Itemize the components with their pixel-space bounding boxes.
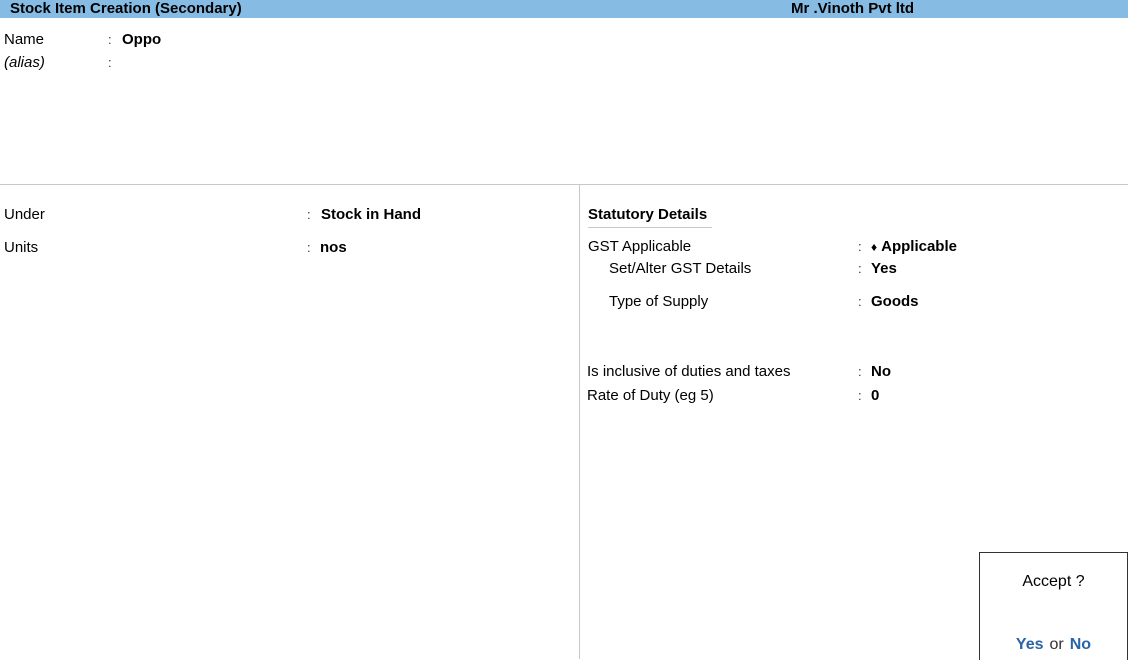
company-name: Mr .Vinoth Pvt ltd xyxy=(791,0,915,17)
column-divider xyxy=(579,185,580,659)
gst-applicable-label: GST Applicable xyxy=(588,238,692,255)
type-of-supply-label: Type of Supply xyxy=(609,293,709,310)
set-alter-gst-field[interactable]: Yes xyxy=(871,260,897,278)
accept-dialog: Accept ? Yes or No xyxy=(979,552,1128,660)
yes-button[interactable]: Yes xyxy=(1016,636,1044,653)
statutory-details-heading: Statutory Details xyxy=(588,206,712,228)
name-label: Name xyxy=(4,31,45,48)
or-text: or xyxy=(1049,636,1064,653)
name-field[interactable]: Oppo xyxy=(122,31,161,49)
gst-applicable-field[interactable]: ♦ Applicable xyxy=(871,238,957,256)
units-colon: : xyxy=(307,240,311,255)
alias-field[interactable] xyxy=(122,54,322,72)
gst-applicable-colon: : xyxy=(858,239,862,254)
set-alter-gst-label: Set/Alter GST Details xyxy=(609,260,752,277)
alias-label: (alias) xyxy=(4,54,45,71)
rate-of-duty-colon: : xyxy=(858,388,862,403)
title-bar: Stock Item Creation (Secondary) Mr .Vino… xyxy=(0,0,1128,18)
inclusive-duties-label: Is inclusive of duties and taxes xyxy=(587,363,791,380)
no-button[interactable]: No xyxy=(1070,636,1091,653)
section-divider xyxy=(0,184,1128,185)
under-colon: : xyxy=(307,207,311,222)
gst-applicable-value: Applicable xyxy=(881,238,957,255)
type-of-supply-field[interactable]: Goods xyxy=(871,293,919,311)
alias-colon: : xyxy=(108,55,112,70)
inclusive-duties-field[interactable]: No xyxy=(871,363,891,381)
units-field[interactable]: nos xyxy=(320,239,347,257)
diamond-icon: ♦ xyxy=(871,240,878,254)
under-label: Under xyxy=(4,206,45,223)
screen-title: Stock Item Creation (Secondary) xyxy=(10,0,242,17)
rate-of-duty-field[interactable]: 0 xyxy=(871,387,879,405)
units-label: Units xyxy=(4,239,39,256)
accept-question: Accept ? xyxy=(1022,573,1085,590)
inclusive-duties-colon: : xyxy=(858,364,862,379)
under-field[interactable]: Stock in Hand xyxy=(321,206,421,224)
name-colon: : xyxy=(108,32,112,47)
accept-options: Yes or No xyxy=(980,636,1127,654)
rate-of-duty-label: Rate of Duty (eg 5) xyxy=(587,387,714,404)
type-of-supply-colon: : xyxy=(858,294,862,309)
set-alter-gst-colon: : xyxy=(858,261,862,276)
